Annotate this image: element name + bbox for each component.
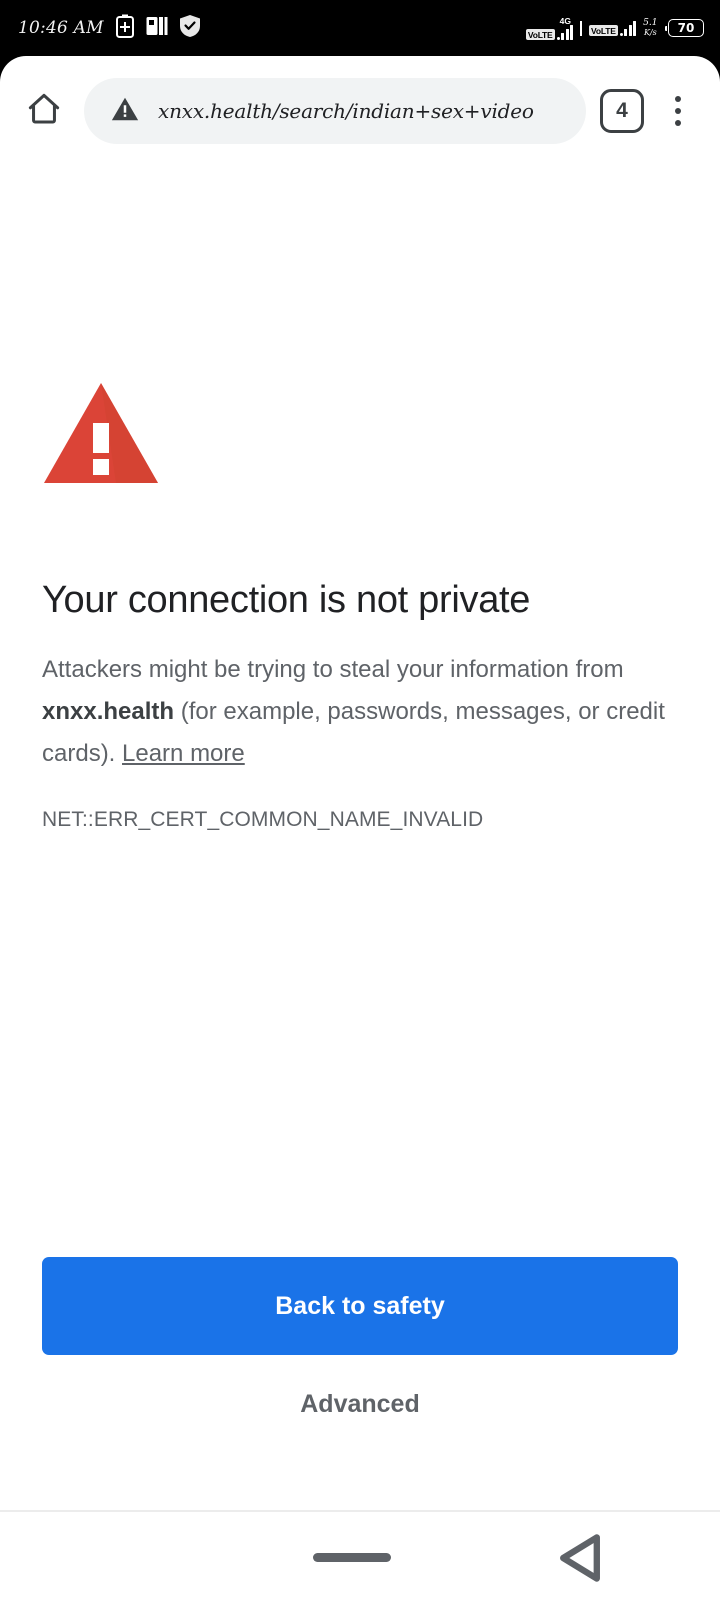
sim1-network-group: 4G	[556, 15, 574, 40]
warning-body-part1: Attackers might be trying to steal your …	[42, 656, 624, 683]
not-secure-warning-icon[interactable]	[110, 94, 140, 129]
home-icon	[25, 90, 63, 133]
sim1-indicator: VoLTE 4G	[525, 15, 574, 40]
battery-nub-icon	[664, 25, 667, 31]
status-clock: 10:46 AM	[18, 18, 104, 38]
warning-triangle-icon	[42, 381, 678, 490]
tab-count: 4	[616, 99, 628, 122]
status-bar: 10:46 AM VoLTE 4G VoLTE 5.1 K/s 70	[0, 0, 720, 56]
battery-percent: 70	[668, 19, 704, 37]
network-speed-indicator: 5.1 K/s	[643, 17, 658, 38]
phone-screen: 10:46 AM VoLTE 4G VoLTE 5.1 K/s 70 xnxx.…	[0, 0, 720, 1600]
picture-in-picture-icon	[146, 15, 168, 42]
security-shield-icon	[179, 14, 201, 43]
status-divider	[580, 20, 583, 36]
tab-switcher-button[interactable]: 4	[600, 89, 644, 133]
browser-window: xnxx.health/search/indian+sex+video 4 Yo…	[0, 56, 720, 1510]
network-type-label: 4G	[559, 15, 571, 26]
kebab-menu-icon	[675, 120, 681, 126]
network-speed-unit: K/s	[643, 28, 657, 37]
back-button[interactable]	[545, 1530, 615, 1586]
warning-domain: xnxx.health	[42, 698, 175, 725]
volte-badge-sim1: VoLTE	[525, 28, 555, 40]
url-text: xnxx.health/search/indian+sex+video	[158, 99, 534, 123]
back-triangle-icon	[545, 1534, 615, 1590]
browser-toolbar: xnxx.health/search/indian+sex+video 4	[0, 56, 720, 166]
battery-saver-icon	[115, 14, 135, 43]
error-code: NET::ERR_CERT_COMMON_NAME_INVALID	[42, 808, 484, 831]
signal-bars-sim1	[556, 24, 574, 40]
android-navigation-bar	[0, 1510, 720, 1600]
back-to-safety-button[interactable]: Back to safety	[42, 1257, 678, 1355]
overflow-menu-button[interactable]	[658, 85, 698, 137]
page-title: Your connection is not private	[42, 579, 531, 621]
home-gesture-handle[interactable]	[313, 1553, 391, 1562]
network-speed-value: 5.1	[643, 17, 658, 28]
url-bar[interactable]: xnxx.health/search/indian+sex+video	[84, 78, 586, 144]
home-button[interactable]	[18, 85, 70, 137]
ssl-interstitial: Your connection is not private Attackers…	[0, 381, 720, 833]
kebab-menu-icon	[675, 108, 681, 114]
signal-bars-sim2	[619, 20, 637, 36]
kebab-menu-icon	[675, 96, 681, 102]
status-bar-left: 10:46 AM	[0, 14, 201, 43]
volte-badge-sim2: VoLTE	[589, 24, 618, 36]
learn-more-link[interactable]: Learn more	[122, 740, 245, 767]
sim2-indicator: VoLTE	[589, 20, 637, 36]
battery-indicator: 70	[664, 19, 704, 37]
warning-body: Attackers might be trying to steal your …	[42, 649, 678, 775]
advanced-button[interactable]: Advanced	[42, 1373, 678, 1435]
status-bar-right: VoLTE 4G VoLTE 5.1 K/s 70	[525, 15, 720, 40]
